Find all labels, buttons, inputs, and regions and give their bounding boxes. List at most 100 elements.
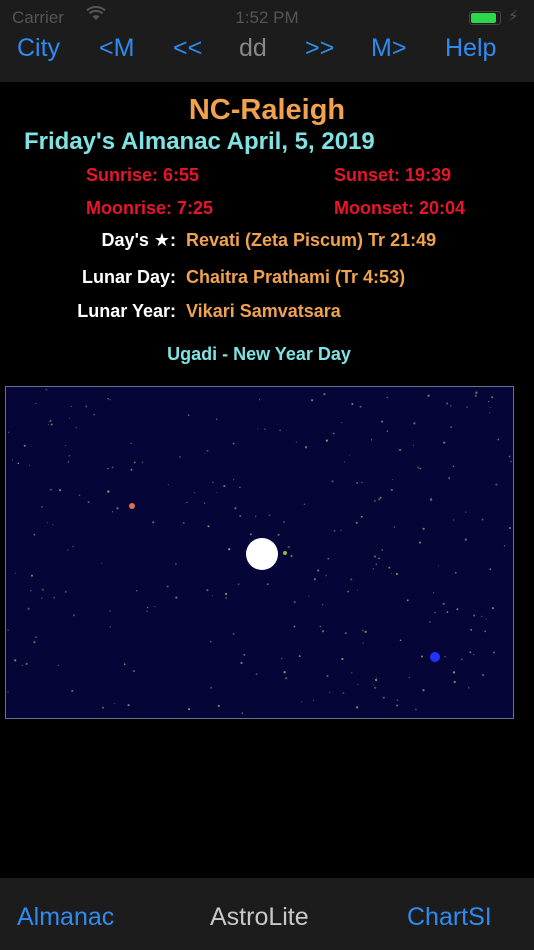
star-dot: [11, 459, 14, 461]
star-dot: [319, 625, 321, 628]
star-dot: [374, 686, 377, 689]
star-label: Day's ★:: [101, 230, 176, 250]
star-dot: [182, 522, 185, 524]
festival-label: Ugadi - New Year Day: [167, 344, 351, 364]
star-dot: [78, 494, 81, 497]
star-dot: [372, 568, 374, 570]
star-dot: [293, 625, 296, 628]
star-dot: [390, 489, 393, 491]
star-dot: [130, 468, 133, 471]
star-dot: [375, 678, 378, 682]
star-dot: [259, 399, 261, 401]
planet-dot: [430, 652, 440, 662]
star-dot: [232, 632, 235, 635]
star-dot: [378, 557, 381, 560]
star-dot: [510, 460, 513, 463]
star-dot: [396, 704, 399, 707]
star-dot: [452, 519, 455, 521]
star-dot: [33, 533, 36, 536]
star-dot: [283, 521, 286, 523]
star-dot: [232, 442, 235, 445]
star-dot: [234, 507, 237, 510]
star-dot: [41, 506, 43, 508]
top-nav-bar: City <M << dd >> M> Help: [0, 34, 534, 82]
star-dot: [351, 403, 354, 405]
star-dot: [386, 430, 389, 432]
next-month-button[interactable]: M>: [371, 34, 406, 62]
star-dot: [45, 388, 48, 391]
star-dot: [112, 511, 114, 513]
star-dot: [239, 486, 241, 488]
star-dot: [71, 689, 74, 692]
star-dot: [268, 514, 271, 517]
star-dot: [41, 588, 44, 591]
star-dot: [453, 680, 456, 684]
star-dot: [290, 554, 293, 557]
star-dot: [359, 405, 362, 408]
help-button[interactable]: Help: [445, 34, 496, 62]
star-dot: [464, 538, 467, 541]
star-dot: [240, 661, 243, 665]
star-dot: [209, 641, 212, 643]
next-day-button[interactable]: >>: [305, 34, 334, 62]
star-dot: [283, 671, 286, 674]
star-dot: [473, 614, 476, 617]
star-dot: [325, 439, 329, 442]
star-dot: [64, 590, 67, 593]
star-dot: [27, 607, 30, 610]
star-dot: [497, 438, 500, 441]
star-dot: [50, 488, 52, 491]
star-dot: [72, 614, 76, 617]
status-time: 1:52 PM: [235, 8, 299, 27]
star-dot: [452, 671, 456, 674]
sky-map[interactable]: [5, 386, 514, 719]
star-dot: [413, 422, 416, 425]
sky-canvas: [7, 388, 513, 714]
city-button[interactable]: City: [17, 34, 60, 62]
star-dot: [146, 610, 148, 613]
star-dot: [211, 595, 213, 597]
star-dot: [75, 426, 78, 429]
star-dot: [111, 466, 114, 469]
star-dot: [295, 441, 298, 443]
star-dot: [485, 618, 488, 620]
star-dot: [481, 518, 484, 521]
star-dot: [147, 606, 149, 609]
star-dot: [30, 574, 33, 577]
star-dot: [204, 452, 206, 454]
star-dot: [333, 530, 336, 532]
star-dot: [342, 692, 345, 694]
status-bar: Carrier 1:52 PM ⚡: [0, 0, 534, 34]
star-dot: [420, 655, 424, 658]
star-dot: [46, 522, 48, 524]
star-dot: [7, 691, 9, 693]
star-dot: [444, 655, 446, 658]
star-dot: [475, 391, 478, 394]
star-dot: [393, 526, 395, 528]
star-dot: [239, 515, 242, 517]
star-dot: [448, 477, 451, 479]
star-dot: [347, 590, 349, 593]
star-dot: [417, 466, 420, 469]
prev-month-button[interactable]: <M: [99, 34, 134, 62]
star-dot: [437, 565, 439, 567]
star-dot: [206, 449, 209, 452]
prev-day-button[interactable]: <<: [173, 34, 202, 62]
city-title: NC-Raleigh: [188, 94, 346, 126]
star-dot: [508, 527, 511, 529]
star-dot: [224, 592, 228, 596]
star-dot: [356, 589, 358, 591]
star-dot: [325, 574, 328, 577]
star-dot: [123, 663, 126, 665]
star-dot: [388, 566, 391, 569]
star-dot: [59, 489, 62, 492]
planet-dot: [129, 503, 135, 509]
star-dot: [280, 657, 283, 660]
almanac-tab[interactable]: Almanac: [17, 903, 114, 931]
star-dot: [450, 405, 452, 407]
chart-tab[interactable]: ChartSI: [407, 903, 492, 931]
star-dot: [503, 545, 506, 547]
star-dot: [370, 439, 373, 441]
star-dot: [107, 397, 109, 400]
battery-icon: [469, 11, 501, 25]
